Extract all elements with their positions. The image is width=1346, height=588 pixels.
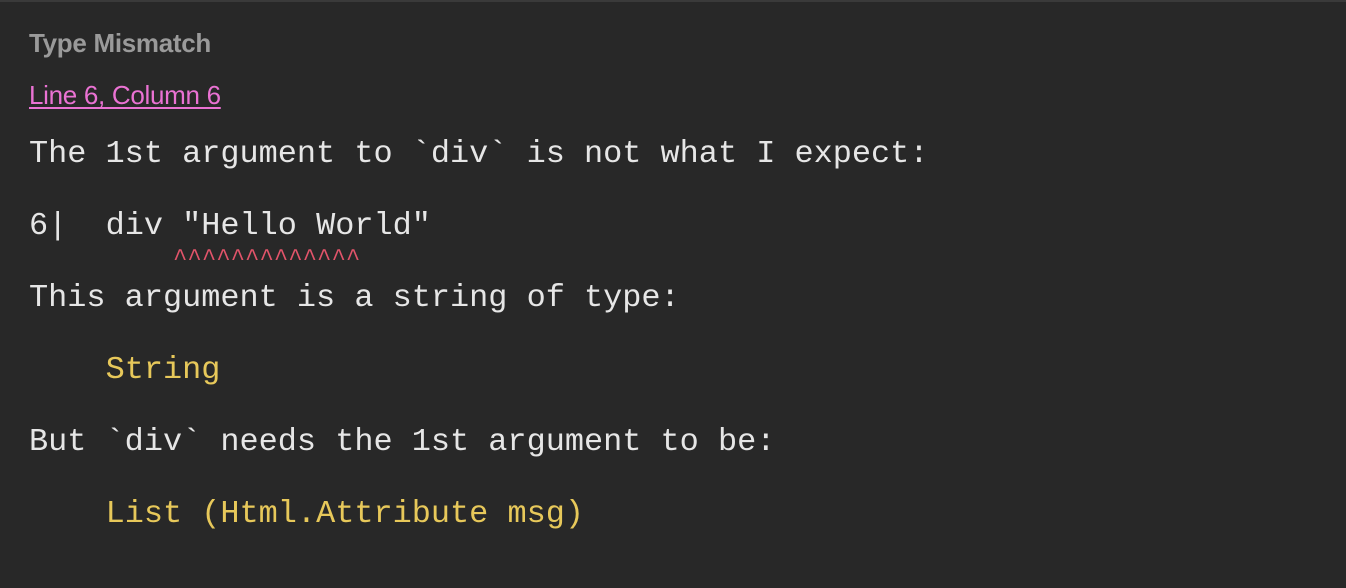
expected-type-intro: But `div` needs the 1st argument to be: [29, 423, 776, 460]
error-title: Type Mismatch [29, 28, 211, 58]
code-line-number: 6| [29, 207, 68, 244]
error-caret-underline: ^^^^^^^^^^^^^ [29, 248, 360, 272]
actual-type-text: String [105, 351, 221, 388]
code-highlighted-argument: "Hello World" [182, 207, 431, 244]
panel-top-border [0, 0, 1346, 2]
actual-type: String [29, 351, 221, 388]
actual-type-intro: This argument is a string of type: [29, 279, 680, 316]
expected-type: List (Html.Attribute msg) [29, 496, 584, 532]
expected-type-text: List (Html.Attribute msg) [105, 495, 584, 532]
caret-marks: ^^^^^^^^^^^^^ [173, 246, 361, 273]
code-snippet-line: 6| div "Hello World" [29, 208, 431, 244]
code-prefix: div [105, 207, 183, 244]
error-location-link[interactable]: Line 6, Column 6 [29, 80, 221, 111]
error-message-intro: The 1st argument to `div` is not what I … [29, 135, 929, 172]
